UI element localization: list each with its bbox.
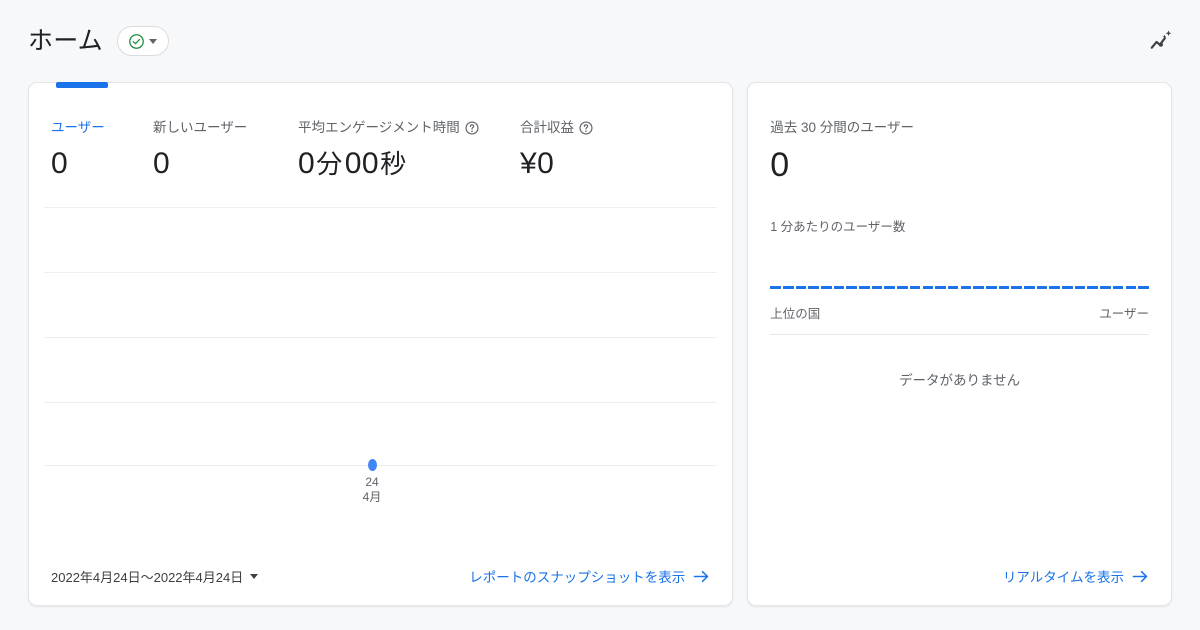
column-header-country: 上位の国 [770, 307, 821, 321]
realtime-minute-bar [985, 286, 997, 289]
arrow-right-icon [693, 570, 709, 582]
metric-avg-engagement-time-text: 平均エンゲージメント時間 [298, 120, 460, 135]
realtime-users-label: 過去 30 分間のユーザー [770, 120, 914, 135]
gridline [44, 207, 718, 208]
cards-container: ユーザー 0 新しいユーザー 0 平均エンゲージメント時間 0分00秒 合計収益… [0, 82, 1200, 606]
realtime-per-minute-label: 1 分あたりのユーザー数 [770, 220, 906, 234]
gridline [44, 402, 718, 403]
page-title: ホーム [28, 26, 103, 55]
view-reports-snapshot-link[interactable]: レポートのスナップショットを表示 [469, 566, 710, 586]
date-range-selector[interactable]: 2022年4月24日～2022年4月24日 [51, 567, 259, 586]
x-tick-day: 24 [365, 475, 379, 489]
realtime-minute-bar [973, 286, 984, 289]
realtime-users-value: 0 [770, 146, 790, 184]
realtime-minute-bar [1024, 286, 1035, 289]
help-circle-icon[interactable] [465, 121, 479, 135]
metric-total-revenue-text: 合計収益 [520, 120, 574, 135]
view-reports-snapshot-label: レポートのスナップショットを表示 [469, 570, 686, 585]
metric-avg-engagement-time[interactable]: 平均エンゲージメント時間 0分00秒 [298, 119, 520, 183]
realtime-minute-bar [909, 286, 921, 289]
realtime-minute-bar [1011, 286, 1022, 289]
metric-users-label: ユーザー [51, 120, 105, 135]
account-status-chip[interactable] [116, 26, 169, 56]
metric-total-revenue[interactable]: 合計収益 ¥0 [520, 119, 680, 183]
metric-total-revenue-value: ¥0 [520, 147, 555, 180]
engagement-minutes-unit: 分 [316, 149, 343, 179]
metric-users-value: 0 [51, 147, 69, 180]
realtime-minute-bar [884, 286, 896, 289]
chart-data-point[interactable] [368, 459, 377, 471]
realtime-minute-bar [1087, 286, 1099, 289]
realtime-minute-bar [897, 286, 908, 289]
realtime-minute-bar [1138, 286, 1149, 289]
overview-card-footer: 2022年4月24日～2022年4月24日 レポートのスナップショットを表示 [29, 547, 732, 605]
gridline [44, 272, 718, 273]
metric-users[interactable]: ユーザー 0 [51, 119, 153, 183]
realtime-minute-bar [1062, 286, 1073, 289]
realtime-minute-bar [782, 286, 794, 289]
insights-sparkle-icon[interactable] [1148, 28, 1174, 54]
gridline [44, 465, 718, 466]
chevron-down-icon [148, 38, 157, 44]
view-realtime-label: リアルタイムを表示 [1002, 570, 1124, 585]
x-axis-tick: 24 4月 [342, 475, 402, 505]
realtime-minute-bar [935, 286, 946, 289]
date-range-label: 2022年4月24日～2022年4月24日 [51, 569, 244, 585]
realtime-minute-bar [1036, 286, 1048, 289]
view-realtime-link[interactable]: リアルタイムを表示 [1003, 566, 1149, 586]
realtime-minute-bar [1049, 286, 1060, 289]
check-circle-icon [128, 33, 144, 49]
realtime-minute-bar [821, 286, 832, 289]
engagement-seconds: 00 [344, 147, 380, 180]
engagement-minutes: 0 [298, 147, 316, 180]
help-circle-icon[interactable] [579, 121, 593, 135]
realtime-minute-bar [1100, 286, 1111, 289]
realtime-minute-bar [795, 286, 807, 289]
realtime-minute-bar [770, 286, 781, 289]
x-tick-month: 4月 [362, 490, 382, 504]
metric-new-users-label: 新しいユーザー [153, 120, 248, 135]
arrow-right-icon [1132, 570, 1148, 582]
realtime-card: 過去 30 分間のユーザー 0 1 分あたりのユーザー数 上位の国 ユーザー デ… [747, 82, 1172, 606]
realtime-minute-bar [808, 286, 819, 289]
realtime-card-footer: リアルタイムを表示 [748, 547, 1171, 605]
top-countries-empty-message: データがありません [899, 373, 1021, 388]
realtime-minute-bar [859, 286, 870, 289]
realtime-minute-bar [922, 286, 934, 289]
realtime-minute-bar [960, 286, 972, 289]
chevron-down-icon [250, 573, 259, 579]
realtime-minute-bar [1112, 286, 1124, 289]
users-line-chart: 24 4月 [44, 207, 718, 504]
realtime-minute-bar [1125, 286, 1137, 289]
metric-avg-engagement-time-label: 平均エンゲージメント時間 [298, 119, 510, 137]
gridline [44, 337, 718, 338]
overview-card: ユーザー 0 新しいユーザー 0 平均エンゲージメント時間 0分00秒 合計収益… [28, 82, 734, 606]
realtime-minute-bar [947, 286, 959, 289]
realtime-minute-bar [1074, 286, 1086, 289]
column-header-users: ユーザー [1099, 307, 1149, 321]
metric-new-users-value: 0 [153, 147, 171, 180]
realtime-minute-bar [871, 286, 883, 289]
realtime-minute-bar [846, 286, 857, 289]
realtime-minute-bar-chart[interactable] [770, 263, 1149, 289]
active-tab-indicator[interactable] [56, 82, 108, 88]
metric-new-users[interactable]: 新しいユーザー 0 [153, 119, 298, 183]
metric-total-revenue-label: 合計収益 [520, 119, 670, 137]
metric-row: ユーザー 0 新しいユーザー 0 平均エンゲージメント時間 0分00秒 合計収益… [29, 83, 732, 183]
metric-avg-engagement-time-value: 0分00秒 [298, 145, 510, 183]
top-countries-table-header: 上位の国 ユーザー [770, 303, 1149, 335]
page-header: ホーム [0, 0, 1200, 82]
engagement-seconds-unit: 秒 [380, 149, 407, 179]
realtime-body: 過去 30 分間のユーザー 0 1 分あたりのユーザー数 上位の国 ユーザー デ… [748, 83, 1171, 389]
realtime-minute-bar [833, 286, 845, 289]
realtime-minute-bar [998, 286, 1010, 289]
